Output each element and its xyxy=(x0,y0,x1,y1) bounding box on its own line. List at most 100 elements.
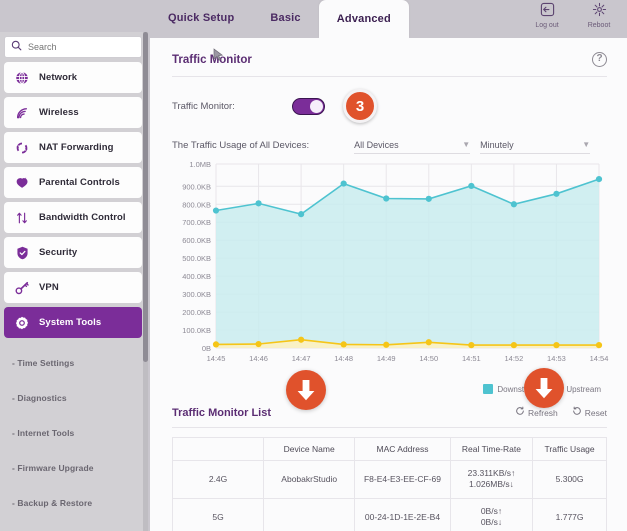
tab-basic[interactable]: Basic xyxy=(252,0,318,34)
tab-quick-setup[interactable]: Quick Setup xyxy=(150,0,252,34)
cell-real-time-rate: 0B/s↑ 0B/s↓ xyxy=(449,497,534,531)
traffic-usage-label: The Traffic Usage of All Devices: xyxy=(172,139,310,151)
chart-point-downstream xyxy=(510,201,517,208)
toggle-knob xyxy=(310,99,323,113)
reset-button[interactable]: Reset xyxy=(572,406,607,419)
period-filter-select[interactable]: Minutely ▼ xyxy=(480,136,591,154)
chart-point-downstream xyxy=(425,195,432,202)
heart-icon xyxy=(14,175,30,191)
traffic-monitor-card: Traffic Monitor ? Traffic Monitor: 3 The… xyxy=(150,38,627,531)
sidebar-scrollbar[interactable] xyxy=(143,32,148,531)
chart-point-upstream xyxy=(425,339,432,346)
y-axis-tick-label: 800.0KB xyxy=(182,200,211,209)
traffic-chart: 1.0MB 900.0KB 800.0KB 700.0KB 600.0KB 500.0KB… xyxy=(172,158,609,383)
chart-point-upstream xyxy=(298,336,305,343)
sidebar-item-label: NAT Forwarding xyxy=(39,142,114,153)
cell-traffic-usage: 5.300G xyxy=(532,460,607,499)
x-axis-tick-label: 14:54 xyxy=(590,354,609,363)
x-axis-tick-label: 14:46 xyxy=(249,354,268,363)
cell-mac-address: 00-24-1D-1E-2E-B4 xyxy=(354,497,451,531)
sidebar-item-nat-forwarding[interactable]: NAT Forwarding xyxy=(4,132,142,163)
traffic-monitor-toggle-row: Traffic Monitor: 3 xyxy=(172,89,607,123)
sidebar-item-parental-controls[interactable]: Parental Controls xyxy=(4,167,142,198)
chart-point-downstream xyxy=(468,182,475,190)
sidebar-subitem-internet-tools[interactable]: - Internet Tools xyxy=(12,416,142,451)
down-arrow-icon xyxy=(535,378,553,399)
top-right-actions: Log out Reboot xyxy=(527,2,619,29)
chart-point-upstream xyxy=(383,341,390,348)
globe-icon xyxy=(14,70,30,86)
device-filter-select[interactable]: All Devices ▼ xyxy=(354,136,471,154)
cell-device-name: AbobakrStudio xyxy=(263,460,356,499)
chart-point-downstream xyxy=(255,200,262,207)
chart-point-downstream xyxy=(553,190,560,197)
sidebar-item-label: VPN xyxy=(39,282,59,293)
main-content: Traffic Monitor ? Traffic Monitor: 3 The… xyxy=(150,38,627,531)
sidebar-subitem-reboot[interactable]: - Reboot xyxy=(12,521,142,531)
sidebar-item-label: Bandwidth Control xyxy=(39,212,126,223)
traffic-monitor-toggle[interactable] xyxy=(292,97,325,115)
traffic-list-header: Traffic Monitor List Refresh Reset xyxy=(172,406,607,428)
rate-download: 0B/s↓ xyxy=(480,517,503,528)
sidebar-item-label: Parental Controls xyxy=(39,177,120,188)
traffic-monitor-toggle-label: Traffic Monitor: xyxy=(172,100,235,112)
y-axis-tick-label: 300.0KB xyxy=(182,290,211,299)
wifi-icon xyxy=(14,105,30,121)
main-tabs: Quick Setup Basic Advanced xyxy=(150,0,409,38)
sidebar-subitem-diagnostics[interactable]: - Diagnostics xyxy=(12,381,142,416)
chart-point-downstream xyxy=(383,195,390,202)
sidebar-item-wireless[interactable]: Wireless xyxy=(4,97,142,128)
cell-band: 5G xyxy=(171,497,265,531)
rate-upload: 0B/s↑ xyxy=(480,505,503,516)
sidebar-subitem-backup-restore[interactable]: - Backup & Restore xyxy=(12,486,142,521)
x-axis-tick-label: 14:52 xyxy=(504,354,523,363)
search-input[interactable] xyxy=(28,42,135,52)
reset-label: Reset xyxy=(584,407,607,418)
sidebar-item-bandwidth-control[interactable]: Bandwidth Control xyxy=(4,202,142,233)
sidebar-item-label: Security xyxy=(39,247,78,258)
cell-band: 2.4G xyxy=(171,460,265,499)
table-row[interactable]: 2.4G AbobakrStudio F8-E4-E3-EE-CF-69 23.… xyxy=(171,460,607,499)
column-header-band xyxy=(171,437,265,461)
table-header-row: Device Name MAC Address Real Time-Rate T… xyxy=(171,437,607,461)
chevron-down-icon: ▼ xyxy=(582,140,591,149)
traffic-usage-filters: The Traffic Usage of All Devices: All De… xyxy=(172,136,607,154)
reboot-button[interactable]: Reboot xyxy=(579,2,619,29)
chart-point-upstream xyxy=(553,342,560,349)
x-axis-tick-label: 14:45 xyxy=(207,354,226,363)
x-axis-tick-label: 14:50 xyxy=(419,354,438,363)
chart-point-upstream xyxy=(255,340,262,348)
legend-swatch-downstream xyxy=(483,384,494,394)
question-mark-icon[interactable]: ? xyxy=(592,52,607,67)
sidebar-subitem-firmware-upgrade[interactable]: - Firmware Upgrade xyxy=(12,451,142,486)
tab-advanced[interactable]: Advanced xyxy=(318,0,409,38)
rate-download: 1.026MB/s↓ xyxy=(469,479,514,490)
sidebar-scroll-thumb[interactable] xyxy=(143,32,148,362)
sidebar-item-vpn[interactable]: VPN xyxy=(4,272,142,303)
sidebar: Network Wireless NAT Forwarding Parental… xyxy=(0,32,148,531)
sidebar-item-network[interactable]: Network xyxy=(4,62,142,93)
cell-traffic-usage: 1.777G xyxy=(532,497,607,531)
traffic-monitor-table: Device Name MAC Address Real Time-Rate T… xyxy=(171,437,607,531)
key-icon xyxy=(14,280,30,296)
sidebar-item-security[interactable]: Security xyxy=(4,237,142,268)
sidebar-submenu: - Time Settings - Diagnostics - Internet… xyxy=(4,342,142,531)
search-box[interactable] xyxy=(4,36,142,58)
reboot-label: Reboot xyxy=(587,22,611,29)
y-axis-tick-label: 900.0KB xyxy=(182,182,211,191)
traffic-chart-svg: 1.0MB 900.0KB 800.0KB 700.0KB 600.0KB 500.0KB… xyxy=(182,160,609,363)
table-row[interactable]: 5G 00-24-1D-1E-2E-B4 0B/s↑ 0B/s↓ 1.777G xyxy=(171,497,607,531)
logout-button[interactable]: Log out xyxy=(527,2,567,29)
chart-point-upstream xyxy=(340,341,347,348)
up-down-arrows-icon xyxy=(14,210,30,226)
sidebar-item-system-tools[interactable]: System Tools xyxy=(4,307,142,338)
refresh-button[interactable]: Refresh xyxy=(515,406,558,419)
logout-label: Log out xyxy=(535,22,559,29)
reboot-icon xyxy=(579,2,619,21)
chart-point-upstream xyxy=(595,342,603,349)
reset-icon xyxy=(572,406,582,419)
sidebar-subitem-time-settings[interactable]: - Time Settings xyxy=(12,346,142,381)
search-icon xyxy=(11,38,22,56)
traffic-monitor-header: Traffic Monitor ? xyxy=(172,52,607,77)
sidebar-item-label: System Tools xyxy=(39,317,102,328)
